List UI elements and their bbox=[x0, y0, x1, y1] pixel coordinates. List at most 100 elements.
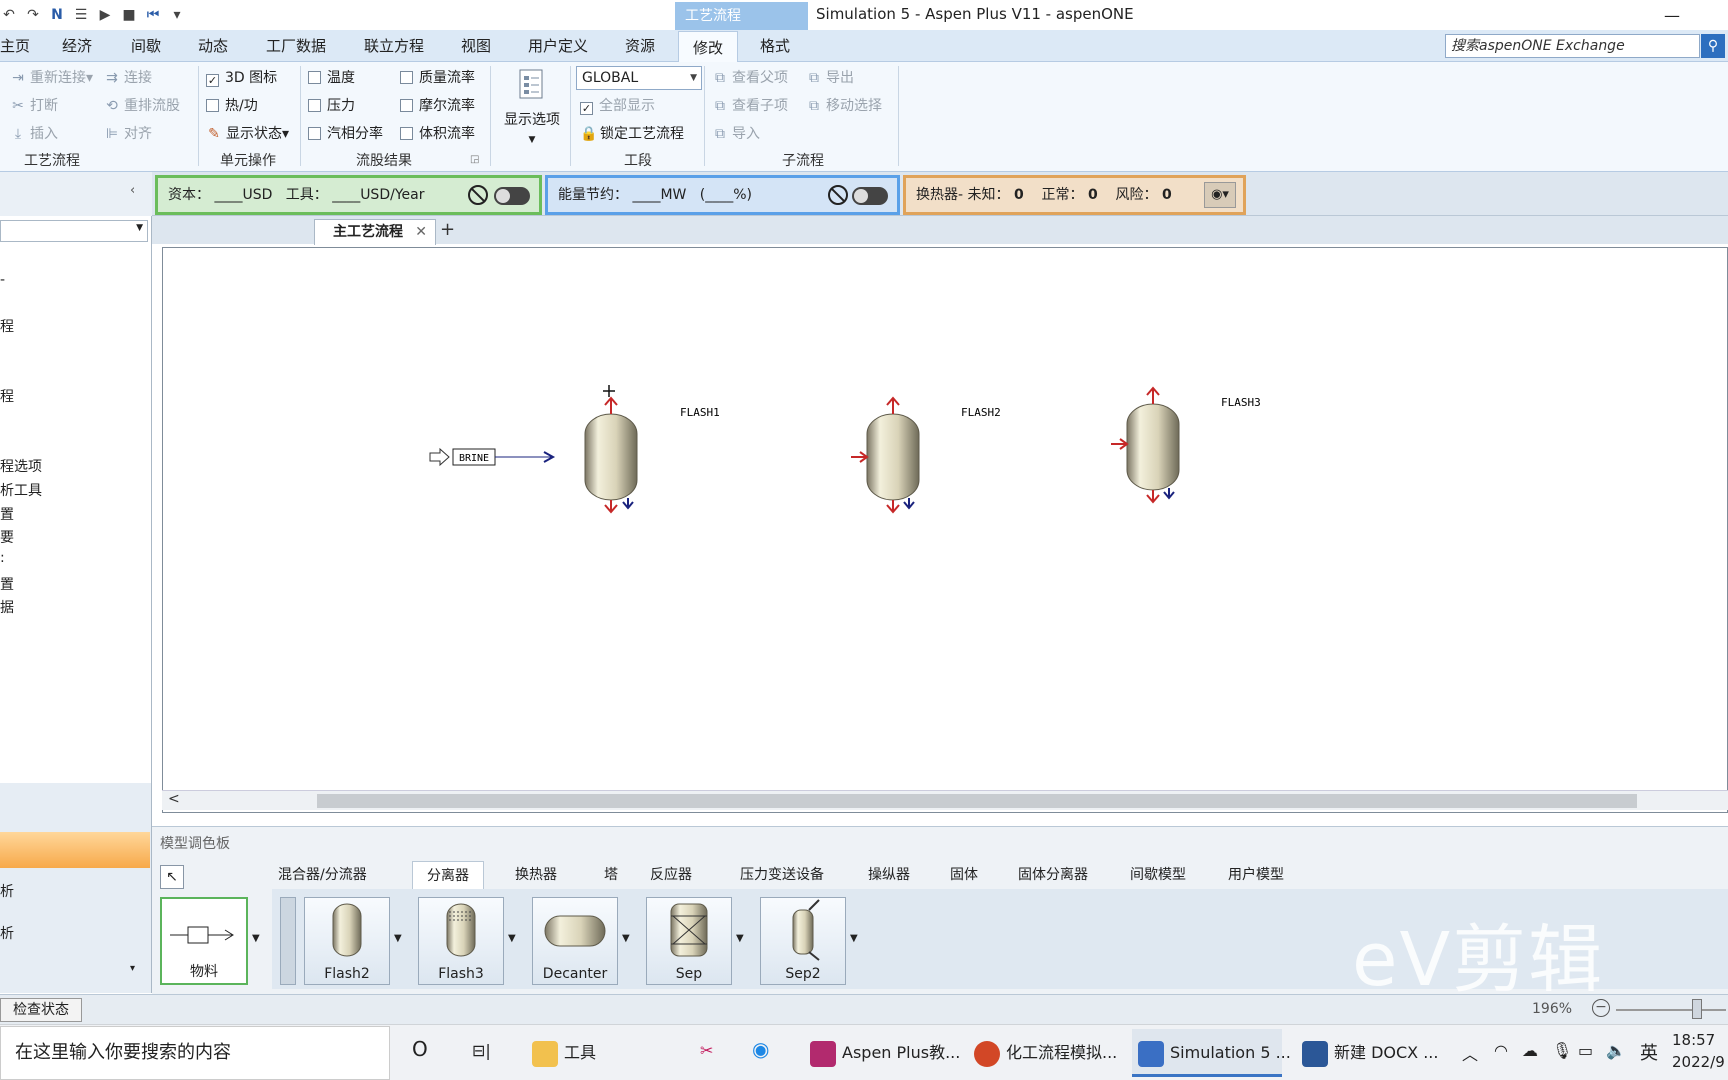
check-status-button[interactable]: 检查状态 bbox=[0, 998, 82, 1022]
taskbar-app-pdf[interactable]: Aspen Plus教... bbox=[804, 1029, 960, 1077]
cortana-icon[interactable]: O bbox=[412, 1037, 428, 1061]
overflow-arrow-icon[interactable]: ▾ bbox=[130, 963, 135, 974]
ime-indicator[interactable]: 英 bbox=[1640, 1039, 1658, 1065]
export-button[interactable]: ⧉ 导出 bbox=[806, 68, 854, 88]
add-tab-icon[interactable]: + bbox=[440, 219, 455, 241]
tab-modify[interactable]: 修改 bbox=[678, 31, 739, 63]
selected-nav-pane[interactable] bbox=[0, 832, 150, 868]
align-button[interactable]: ⊫ 对齐 bbox=[104, 124, 152, 144]
dropdown-arrow-icon[interactable]: ▼ bbox=[394, 933, 402, 944]
flowsheet-drawing[interactable]: BRINE FLASH1 FLASH2 FLASH3 bbox=[163, 248, 1728, 814]
horizontal-scrollbar[interactable]: < bbox=[162, 790, 1728, 810]
tree-item[interactable]: 要 bbox=[0, 527, 14, 547]
connect-button[interactable]: ⇉ 连接 bbox=[104, 68, 152, 88]
navigation-combo[interactable]: ▼ bbox=[0, 220, 148, 242]
feed-stream-brine[interactable]: BRINE bbox=[429, 447, 556, 467]
block-flash1[interactable] bbox=[556, 396, 638, 514]
palette-tab-batch-models[interactable]: 间歇模型 bbox=[1130, 861, 1186, 889]
3d-icons-checkbox[interactable]: ✓ 3D 图标 bbox=[206, 68, 277, 88]
model-flash2[interactable]: Flash2 bbox=[304, 897, 390, 985]
taskbar-app-word[interactable]: 新建 DOCX ... bbox=[1296, 1029, 1438, 1077]
palette-tab-pressure-changers[interactable]: 压力变送设备 bbox=[740, 861, 824, 889]
taskbar-clock[interactable]: 18:57 2022/9 bbox=[1672, 1029, 1725, 1073]
tree-item[interactable]: 析工具 bbox=[0, 480, 42, 500]
model-decanter[interactable]: Decanter bbox=[532, 897, 618, 985]
display-options-button[interactable]: 显示选项 ▼ bbox=[500, 66, 564, 149]
next-icon[interactable]: N bbox=[48, 6, 66, 24]
section-combo[interactable]: GLOBAL ▼ bbox=[576, 66, 702, 90]
tree-item[interactable]: : bbox=[0, 550, 5, 566]
palette-tab-exchangers[interactable]: 换热器 bbox=[515, 861, 557, 889]
collapse-panel-icon[interactable]: ‹ bbox=[130, 183, 135, 198]
tab-customize[interactable]: 用户定义 bbox=[528, 30, 588, 62]
tab-home[interactable]: 主页 bbox=[0, 30, 30, 62]
tab-dynamics[interactable]: 动态 bbox=[198, 30, 228, 62]
insert-button[interactable]: ⤓ 插入 bbox=[10, 124, 58, 144]
nav-pane-button[interactable]: 析 bbox=[0, 923, 14, 943]
scrollbar-thumb[interactable] bbox=[317, 794, 1637, 808]
energy-toggle[interactable] bbox=[852, 187, 888, 205]
tree-item[interactable]: 程 bbox=[0, 386, 14, 406]
material-stream-button[interactable]: 物料 bbox=[160, 897, 248, 985]
model-flash3[interactable]: Flash3 bbox=[418, 897, 504, 985]
network-icon[interactable]: ◠ bbox=[1494, 1041, 1508, 1060]
reconnect-button[interactable]: ⇥ 重新连接▾ bbox=[10, 68, 93, 88]
tab-format[interactable]: 格式 bbox=[760, 30, 790, 62]
taskbar-app-powerpoint[interactable]: 化工流程模拟... bbox=[968, 1029, 1117, 1077]
tree-item[interactable]: 程选项 bbox=[0, 456, 42, 476]
disable-icon[interactable] bbox=[468, 185, 488, 205]
block-label-flash2[interactable]: FLASH2 bbox=[961, 406, 1001, 419]
economics-toggle[interactable] bbox=[494, 187, 530, 205]
battery-icon[interactable]: ▭ bbox=[1578, 1041, 1593, 1060]
select-pointer-icon[interactable]: ↖ bbox=[160, 865, 184, 889]
zoom-out-icon[interactable]: − bbox=[1592, 999, 1610, 1017]
heat-exchanger-panel[interactable]: 换热器- 未知： 0 正常： 0 风险： 0 ◉▾ bbox=[903, 175, 1246, 215]
palette-tab-separators[interactable]: 分离器 bbox=[412, 861, 484, 889]
dropdown-arrow-icon[interactable]: ▼ bbox=[508, 933, 516, 944]
block-label-flash1[interactable]: FLASH1 bbox=[680, 406, 720, 419]
control-panel-icon[interactable]: ☰ bbox=[72, 6, 90, 24]
tab-main-flowsheet[interactable]: 主工艺流程 ✕ bbox=[314, 219, 436, 245]
stop-icon[interactable]: ■ bbox=[120, 6, 138, 24]
taskbar-search-input[interactable]: 在这里输入你要搜索的内容 bbox=[0, 1026, 390, 1080]
lock-flowsheet-button[interactable]: 🔒 锁定工艺流程 bbox=[580, 124, 684, 144]
tray-overflow-icon[interactable]: ︿ bbox=[1462, 1041, 1478, 1065]
taskbar-app-aspen[interactable]: Simulation 5 ... bbox=[1132, 1029, 1291, 1077]
microphone-icon[interactable]: 🎙 bbox=[1552, 1041, 1572, 1060]
tree-item[interactable]: - bbox=[0, 272, 5, 288]
show-status-button[interactable]: ✎ 显示状态▾ bbox=[206, 124, 289, 144]
exchange-search-input[interactable]: 搜索aspenONE Exchange bbox=[1445, 34, 1700, 58]
dropdown-arrow-icon[interactable]: ▼ bbox=[850, 933, 858, 944]
run-icon[interactable]: ▶ bbox=[96, 6, 114, 24]
dropdown-arrow-icon[interactable]: ▼ bbox=[622, 933, 630, 944]
tree-item[interactable]: 置 bbox=[0, 574, 14, 594]
scroll-left-icon[interactable]: < bbox=[168, 791, 180, 807]
model-sep[interactable]: Sep bbox=[646, 897, 732, 985]
palette-tab-columns[interactable]: 塔 bbox=[604, 861, 618, 889]
tab-view[interactable]: 视图 bbox=[461, 30, 491, 62]
flowsheet-canvas[interactable]: BRINE FLASH1 FLASH2 FLASH3 bbox=[162, 247, 1728, 813]
disable-icon[interactable] bbox=[828, 185, 848, 205]
show-all-checkbox[interactable]: ✓ 全部显示 bbox=[580, 96, 655, 116]
temperature-checkbox[interactable]: 温度 bbox=[308, 68, 355, 88]
reset-icon[interactable]: ⏮ bbox=[144, 6, 162, 24]
heat-work-checkbox[interactable]: 热/功 bbox=[206, 96, 258, 116]
move-selection-button[interactable]: ⧉ 移动选择 bbox=[806, 96, 882, 116]
dropdown-arrow-icon[interactable]: ▼ bbox=[736, 933, 744, 944]
heat-exchanger-menu-icon[interactable]: ◉▾ bbox=[1204, 182, 1236, 208]
edge-icon[interactable]: ◉ bbox=[752, 1037, 769, 1061]
dialog-launcher-icon[interactable]: ◲ bbox=[470, 150, 479, 170]
minimize-button[interactable]: — bbox=[1664, 6, 1680, 25]
break-button[interactable]: ✂ 打断 bbox=[10, 96, 58, 116]
tree-item[interactable]: 程 bbox=[0, 316, 14, 336]
model-sep2[interactable]: Sep2 bbox=[760, 897, 846, 985]
palette-tab-manipulators[interactable]: 操纵器 bbox=[868, 861, 910, 889]
redo-icon[interactable]: ↷ bbox=[24, 6, 42, 24]
palette-tab-mixers[interactable]: 混合器/分流器 bbox=[278, 861, 367, 889]
onedrive-icon[interactable]: ☁ bbox=[1522, 1041, 1538, 1060]
palette-tab-user-models[interactable]: 用户模型 bbox=[1228, 861, 1284, 889]
block-label-flash3[interactable]: FLASH3 bbox=[1221, 396, 1261, 409]
block-flash2[interactable] bbox=[851, 396, 920, 514]
block-flash3[interactable] bbox=[1111, 386, 1180, 504]
volume-flow-checkbox[interactable]: 体积流率 bbox=[400, 124, 475, 144]
